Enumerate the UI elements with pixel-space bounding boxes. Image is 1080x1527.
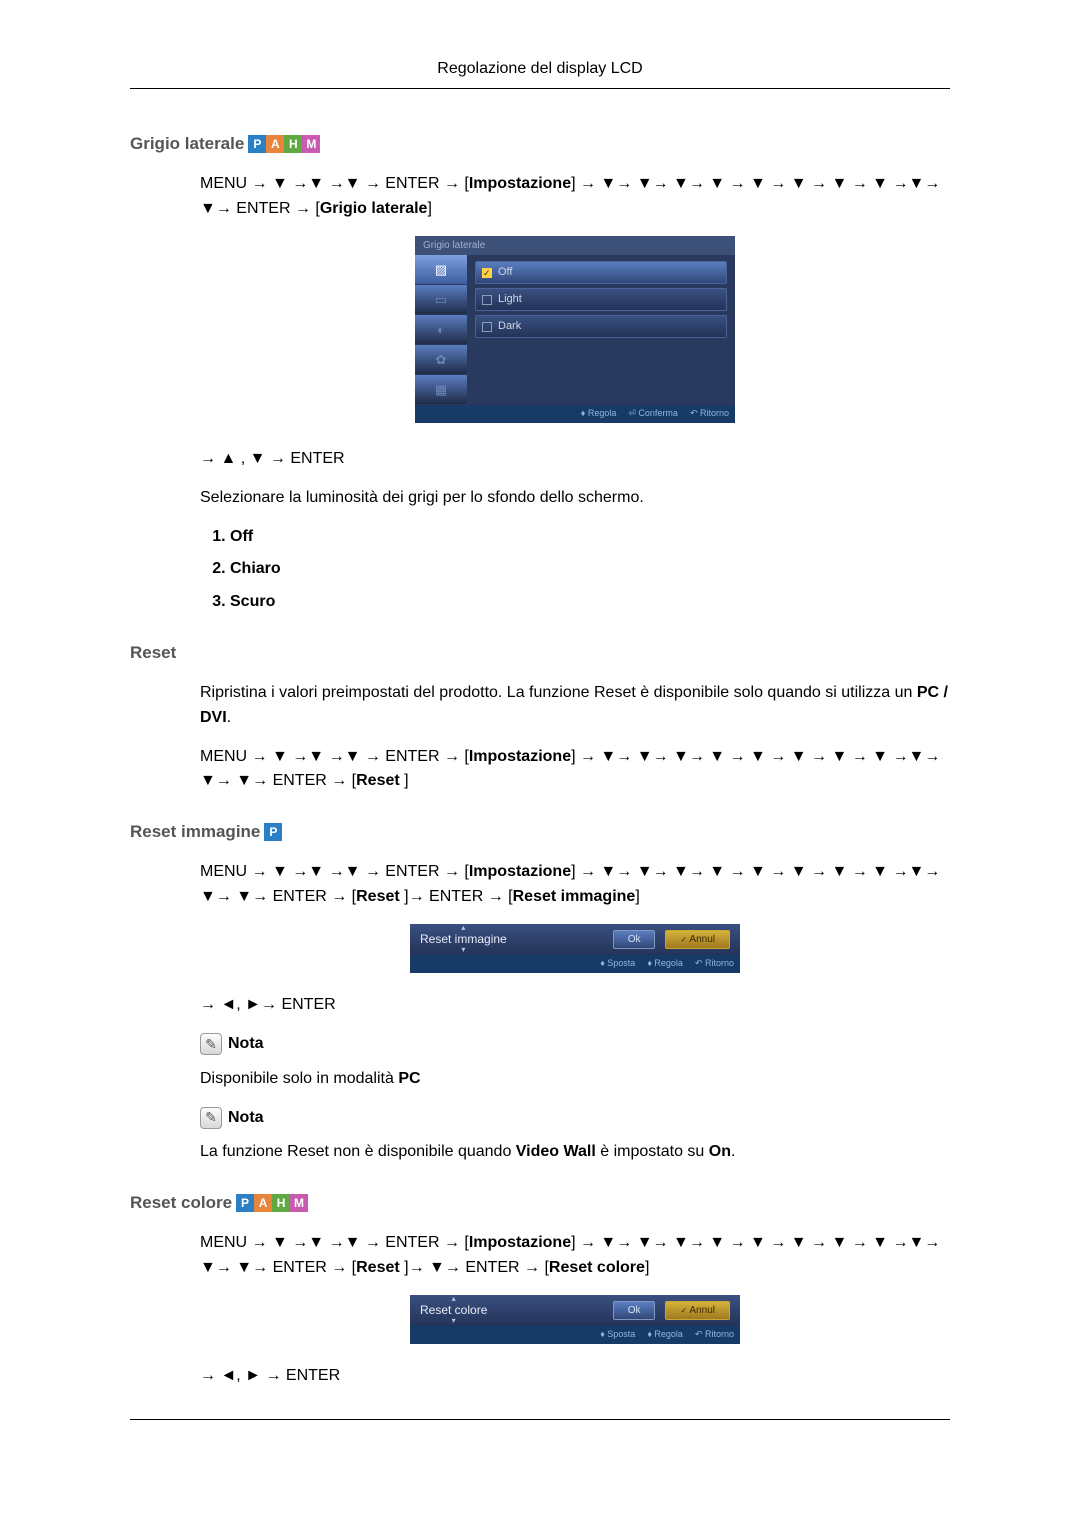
nav-hint: → ◄, ► → ENTER [200, 1364, 950, 1389]
osd-tab-icon: ▭ [415, 285, 467, 315]
badge-p-icon: P [236, 1194, 254, 1212]
cancel-button: Annul [665, 1301, 730, 1321]
osd-foot-confirm: ⏎ Conferma [628, 407, 678, 421]
dlg-foot-adjust: ♦ Regola [647, 1328, 683, 1342]
osd-tab-icon: ◐ [415, 315, 467, 345]
dialog-reset-colore: Reset colore Ok Annul ♦ Sposta ♦ Regola … [200, 1295, 950, 1344]
osd-option-light: Light [475, 288, 727, 311]
heading-reset-immagine: Reset immagine P [130, 822, 950, 842]
note-text: La funzione Reset non è disponibile quan… [200, 1140, 950, 1165]
ok-button: Ok [613, 1301, 656, 1321]
option-chiaro: Chiaro [230, 557, 950, 582]
osd-screenshot-grigio: Grigio laterale ▨ ▭ ◐ ✿ ▦ Off Light Dark… [200, 236, 950, 423]
osd-tab-icon: ▨ [415, 255, 467, 285]
osd-foot-return: ↶ Ritorno [690, 407, 729, 421]
heading-text: Reset [130, 643, 176, 663]
heading-text: Reset immagine [130, 822, 260, 842]
mode-badges: P A H M [248, 135, 320, 153]
badge-h-icon: H [284, 135, 302, 153]
cancel-button: Annul [665, 930, 730, 950]
ok-button: Ok [613, 930, 656, 950]
content-reset-colore: MENU → ▼ →▼ →▼ → ENTER → [Impostazione] … [200, 1231, 950, 1389]
osd-title: Grigio laterale [415, 236, 735, 256]
dlg-foot-move: ♦ Sposta [600, 1328, 635, 1342]
osd-foot-adjust: ♦ Regola [581, 407, 617, 421]
badge-h-icon: H [272, 1194, 290, 1212]
badge-a-icon: A [266, 135, 284, 153]
heading-reset-colore: Reset colore P A H M [130, 1193, 950, 1213]
nav-hint: → ◄, ►→ ENTER [200, 993, 950, 1018]
check-icon [482, 295, 492, 305]
dlg-foot-move: ♦ Sposta [600, 957, 635, 971]
dlg-foot-adjust: ♦ Regola [647, 957, 683, 971]
check-icon [482, 268, 492, 278]
badge-p-icon: P [264, 823, 282, 841]
heading-reset: Reset [130, 643, 950, 663]
osd-sidebar: ▨ ▭ ◐ ✿ ▦ [415, 255, 467, 405]
menu-path: MENU → ▼ →▼ →▼ → ENTER → [Impostazione] … [200, 860, 950, 910]
badge-p-icon: P [248, 135, 266, 153]
heading-grigio-laterale: Grigio laterale P A H M [130, 134, 950, 154]
note-text: Disponibile solo in modalità PC [200, 1067, 950, 1092]
dialog-title: Reset colore [420, 1301, 487, 1320]
footer-rule [130, 1419, 950, 1420]
osd-tab-icon: ✿ [415, 345, 467, 375]
dlg-foot-return: ↶ Ritorno [695, 957, 734, 971]
dialog-footer: ♦ Sposta ♦ Regola ↶ Ritorno [410, 955, 740, 973]
menu-path: MENU → ▼ →▼ →▼ → ENTER → [Impostazione] … [200, 745, 950, 795]
content-reset-immagine: MENU → ▼ →▼ →▼ → ENTER → [Impostazione] … [200, 860, 950, 1165]
badge-m-icon: M [290, 1194, 308, 1212]
nav-hint: → ▲ , ▼ → ENTER [200, 447, 950, 472]
options-list: Off Chiaro Scuro [230, 525, 950, 615]
check-icon [482, 322, 492, 332]
page-header: Regolazione del display LCD [130, 60, 950, 89]
badge-a-icon: A [254, 1194, 272, 1212]
menu-path: MENU → ▼ →▼ →▼ → ENTER → [Impostazione] … [200, 1231, 950, 1281]
osd-footer: ♦ Regola ⏎ Conferma ↶ Ritorno [415, 405, 735, 423]
nota-row: ✎ Nota [200, 1032, 950, 1057]
description: Selezionare la luminosità dei grigi per … [200, 486, 950, 511]
dialog-footer: ♦ Sposta ♦ Regola ↶ Ritorno [410, 1326, 740, 1344]
nota-row: ✎ Nota [200, 1106, 950, 1131]
nota-label: Nota [228, 1032, 264, 1057]
osd-option-dark: Dark [475, 315, 727, 338]
mode-badges: P [264, 823, 282, 841]
option-scuro: Scuro [230, 590, 950, 615]
osd-tab-icon: ▦ [415, 375, 467, 405]
option-off: Off [230, 525, 950, 550]
dlg-foot-return: ↶ Ritorno [695, 1328, 734, 1342]
mode-badges: P A H M [236, 1194, 308, 1212]
dialog-title: Reset immagine [420, 930, 507, 949]
heading-text: Grigio laterale [130, 134, 244, 154]
osd-option-off: Off [475, 261, 727, 284]
heading-text: Reset colore [130, 1193, 232, 1213]
content-reset: Ripristina i valori preimpostati del pro… [200, 681, 950, 794]
menu-path: MENU → ▼ →▼ →▼ → ENTER → [Impostazione] … [200, 172, 950, 222]
dialog-reset-immagine: Reset immagine Ok Annul ♦ Sposta ♦ Regol… [200, 924, 950, 973]
content-grigio: MENU → ▼ →▼ →▼ → ENTER → [Impostazione] … [200, 172, 950, 615]
nota-label: Nota [228, 1106, 264, 1131]
badge-m-icon: M [302, 135, 320, 153]
note-icon: ✎ [200, 1107, 222, 1129]
note-icon: ✎ [200, 1033, 222, 1055]
description: Ripristina i valori preimpostati del pro… [200, 681, 950, 731]
